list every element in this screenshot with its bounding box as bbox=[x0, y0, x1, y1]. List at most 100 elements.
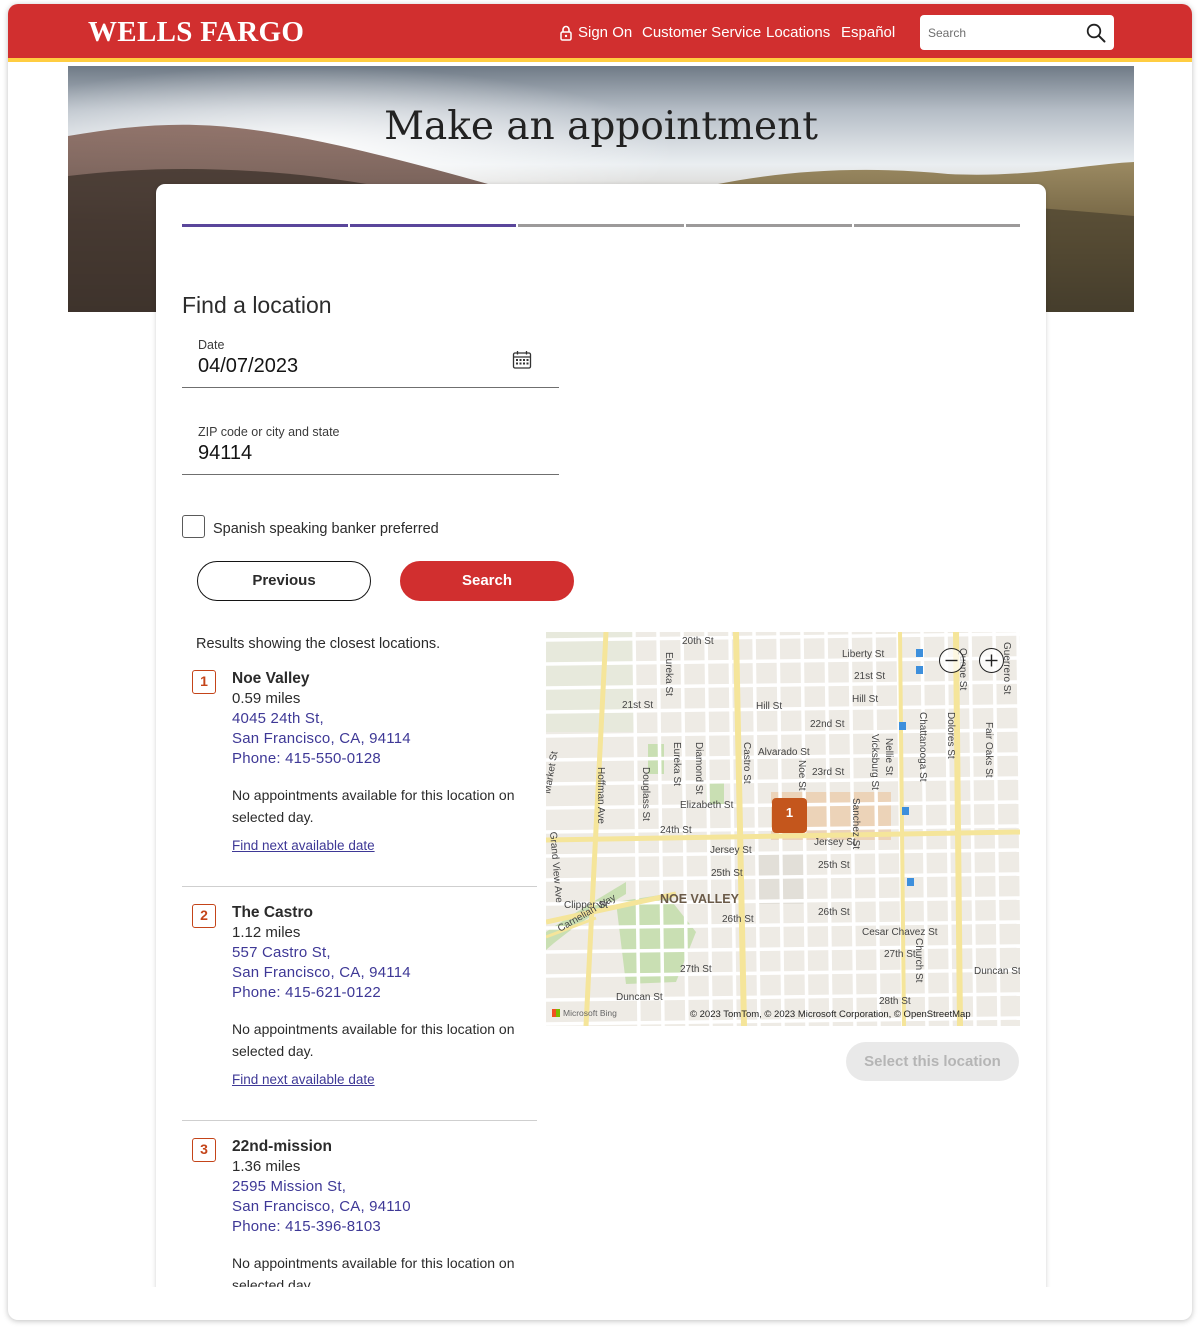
date-value: 04/07/2023 bbox=[198, 355, 299, 377]
map-street-label: 21st St bbox=[622, 700, 653, 711]
date-label: Date bbox=[198, 338, 225, 352]
map-street-label: Hill St bbox=[852, 694, 878, 705]
find-next-date-link[interactable]: Find next available date bbox=[232, 1072, 375, 1087]
location-result-3: 3 22nd-mission 1.36 miles 2595 Mission S… bbox=[182, 1132, 537, 1287]
map-street-label: 27th St bbox=[884, 949, 916, 960]
map-street-label: Cesar Chavez St bbox=[862, 927, 938, 938]
map-street-label: Sanchez St bbox=[850, 798, 861, 849]
map-street-label: Diamond St bbox=[693, 742, 704, 794]
map-pin-1[interactable]: 1 bbox=[772, 798, 807, 833]
location-city[interactable]: San Francisco, CA, 94110 bbox=[232, 1198, 411, 1215]
progress-step-4 bbox=[686, 224, 852, 227]
microsoft-logo-icon bbox=[552, 1009, 560, 1017]
location-name: The Castro bbox=[232, 904, 313, 921]
map-neighborhood-label: NOE VALLEY bbox=[660, 892, 740, 906]
location-city[interactable]: San Francisco, CA, 94114 bbox=[232, 730, 411, 747]
progress-stepper bbox=[182, 224, 1022, 227]
map-street-label: Eureka St bbox=[671, 742, 682, 786]
map-street-label: Chattanooga St bbox=[917, 712, 928, 782]
map-street-label: Hoffman Ave bbox=[595, 767, 606, 824]
nav-locations[interactable]: Locations bbox=[766, 24, 830, 41]
map-street-label: Jersey St bbox=[814, 837, 856, 848]
lock-icon bbox=[560, 25, 572, 41]
location-result-1: 1 Noe Valley 0.59 miles 4045 24th St, Sa… bbox=[182, 664, 537, 884]
map-street-label: 25th St bbox=[711, 868, 743, 879]
map-street-label: Church St bbox=[913, 938, 924, 983]
availability-note: No appointments available for this locat… bbox=[232, 1255, 515, 1287]
availability-note: No appointments available for this locat… bbox=[232, 1021, 515, 1059]
map-street-label: Dolores St bbox=[945, 712, 956, 759]
map-street-label: 27th St bbox=[680, 964, 712, 975]
spanish-banker-checkbox[interactable] bbox=[182, 515, 205, 538]
minus-icon bbox=[945, 659, 958, 662]
map-street-label: 26th St bbox=[722, 914, 754, 925]
wells-fargo-logo[interactable]: WELLS FARGO bbox=[88, 16, 304, 49]
map-street-label: Jersey St bbox=[710, 845, 752, 856]
calendar-icon[interactable] bbox=[512, 350, 532, 370]
map-street-label: Liberty St bbox=[842, 649, 884, 660]
find-next-date-link[interactable]: Find next available date bbox=[232, 838, 375, 853]
search-icon[interactable] bbox=[1086, 23, 1106, 43]
site-search bbox=[920, 15, 1114, 50]
map-street-label: 28th St bbox=[879, 996, 911, 1007]
nav-customer-service[interactable]: Customer Service bbox=[642, 24, 761, 41]
zoom-out-button[interactable] bbox=[939, 648, 964, 673]
map-street-label: 24th St bbox=[660, 825, 692, 836]
location-name: 22nd-mission bbox=[232, 1138, 332, 1155]
section-heading: Find a location bbox=[182, 292, 332, 318]
search-button[interactable]: Search bbox=[400, 561, 574, 601]
location-name: Noe Valley bbox=[232, 670, 310, 687]
zip-label: ZIP code or city and state bbox=[198, 425, 340, 439]
location-result-2: 2 The Castro 1.12 miles 557 Castro St, S… bbox=[182, 898, 537, 1118]
previous-button[interactable]: Previous bbox=[197, 561, 371, 601]
date-field[interactable]: Date 04/07/2023 bbox=[182, 334, 559, 388]
location-city[interactable]: San Francisco, CA, 94114 bbox=[232, 964, 411, 981]
map-street-label: 26th St bbox=[818, 907, 850, 918]
progress-step-2 bbox=[350, 224, 516, 227]
nav-sign-on[interactable]: Sign On bbox=[560, 24, 632, 41]
map-street-label: Alvarado St bbox=[758, 747, 810, 758]
page-title: Make an appointment bbox=[384, 104, 818, 149]
map-street-label: Douglass St bbox=[640, 767, 651, 821]
availability-note: No appointments available for this locat… bbox=[232, 787, 515, 825]
location-distance: 0.59 miles bbox=[232, 690, 301, 707]
map-street-label: 22nd St bbox=[810, 719, 845, 730]
spanish-banker-label: Spanish speaking banker preferred bbox=[213, 521, 439, 537]
location-street[interactable]: 557 Castro St, bbox=[232, 944, 331, 961]
map-street-label: Elizabeth St bbox=[680, 800, 734, 811]
browser-page: WELLS FARGO Sign On Customer Service Loc… bbox=[8, 4, 1192, 1320]
appointment-card: Find a location Date 04/07/2023 ZIP code… bbox=[156, 184, 1046, 1287]
select-location-button[interactable]: Select this location bbox=[846, 1042, 1019, 1081]
zip-value: 94114 bbox=[198, 442, 253, 464]
page-viewport: WELLS FARGO Sign On Customer Service Loc… bbox=[8, 4, 1192, 1287]
location-phone[interactable]: Phone: 415-621-0122 bbox=[232, 984, 381, 1001]
map-street-label: 25th St bbox=[818, 860, 850, 871]
map-street-label: Eureka St bbox=[663, 652, 674, 696]
progress-step-5 bbox=[854, 224, 1020, 227]
microsoft-bing-logo: Microsoft Bing bbox=[552, 1008, 617, 1018]
location-phone[interactable]: Phone: 415-550-0128 bbox=[232, 750, 381, 767]
map-street-label: Noe St bbox=[796, 760, 807, 791]
location-street[interactable]: 4045 24th St, bbox=[232, 710, 324, 727]
zip-field[interactable]: ZIP code or city and state 94114 bbox=[182, 421, 559, 475]
site-header: WELLS FARGO Sign On Customer Service Loc… bbox=[8, 4, 1192, 62]
map-street-label: Castro St bbox=[741, 742, 752, 784]
site-search-input[interactable] bbox=[920, 15, 1080, 50]
location-phone[interactable]: Phone: 415-396-8103 bbox=[232, 1218, 381, 1235]
location-number-badge: 2 bbox=[192, 904, 216, 928]
location-number-badge: 3 bbox=[192, 1138, 216, 1162]
map-street-label: Duncan St bbox=[974, 966, 1020, 977]
map-street-label: Fair Oaks St bbox=[983, 722, 994, 778]
map-street-label: Duncan St bbox=[616, 992, 663, 1003]
map-street-label: 21st St bbox=[854, 671, 885, 682]
nav-espanol[interactable]: Español bbox=[841, 24, 895, 41]
map-street-label: Nellie St bbox=[883, 738, 894, 775]
map-street-label: Hill St bbox=[756, 701, 782, 712]
location-map[interactable]: 20th St Liberty St 21st St 21st St Hill St Hi… bbox=[546, 632, 1020, 1026]
zoom-in-button[interactable] bbox=[979, 648, 1004, 673]
location-street[interactable]: 2595 Mission St, bbox=[232, 1178, 346, 1195]
location-number-badge: 1 bbox=[192, 670, 216, 694]
map-street-label: Vicksburg St bbox=[869, 734, 880, 790]
map-credit[interactable]: © 2023 TomTom, © 2023 Microsoft Corporat… bbox=[690, 1009, 971, 1020]
result-divider bbox=[182, 886, 537, 887]
